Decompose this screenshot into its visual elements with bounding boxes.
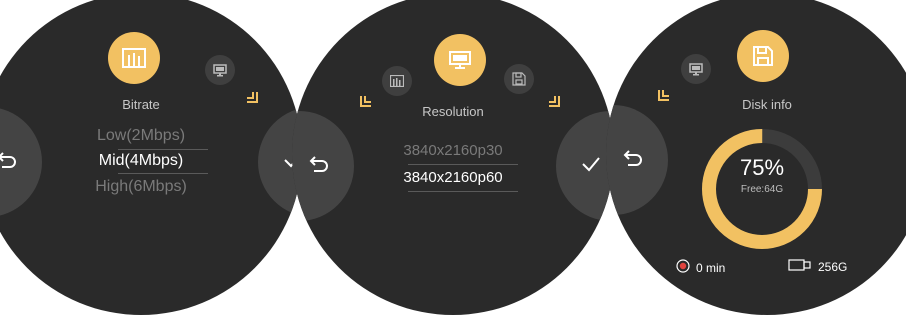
divider [408, 191, 518, 192]
monitor-icon[interactable] [681, 54, 711, 84]
usage-percent: 75% [739, 155, 785, 180]
back-button[interactable] [606, 105, 668, 215]
monitor-icon[interactable] [205, 55, 235, 85]
record-icon [676, 259, 690, 276]
save-icon[interactable] [504, 64, 534, 94]
divider [118, 173, 208, 174]
divider [118, 149, 208, 150]
screen-title: Resolution [422, 104, 484, 119]
record-time: 0 min [676, 259, 725, 276]
free-space: Free:64G [740, 184, 784, 195]
resolution-screen: Resolution 3840x2160p30 3840x2160p60 [292, 0, 614, 315]
screen-title: Disk info [742, 97, 792, 112]
bitrate-icon[interactable] [382, 66, 412, 96]
option-item[interactable]: Low(2Mbps) [0, 127, 302, 145]
sd-card-icon [788, 259, 812, 274]
divider [408, 164, 518, 165]
back-icon [623, 149, 643, 172]
option-item-selected[interactable]: Mid(4Mbps) [0, 152, 302, 170]
monitor-icon[interactable] [434, 34, 486, 86]
back-button[interactable] [292, 111, 354, 221]
screen-title: Bitrate [122, 97, 160, 112]
save-icon[interactable] [737, 30, 789, 82]
check-icon [581, 156, 601, 177]
disk-info-screen: Disk info 75% Free:64G 0 min 256G [606, 0, 906, 315]
capacity-value: 256G [818, 259, 848, 274]
storage-capacity: 256G [788, 259, 847, 274]
record-time-value: 0 min [696, 260, 726, 275]
option-item[interactable]: High(6Mbps) [0, 178, 302, 196]
bitrate-screen: Bitrate Low(2Mbps) Mid(4Mbps) High(6Mbps… [0, 0, 302, 315]
bitrate-icon[interactable] [108, 32, 160, 84]
